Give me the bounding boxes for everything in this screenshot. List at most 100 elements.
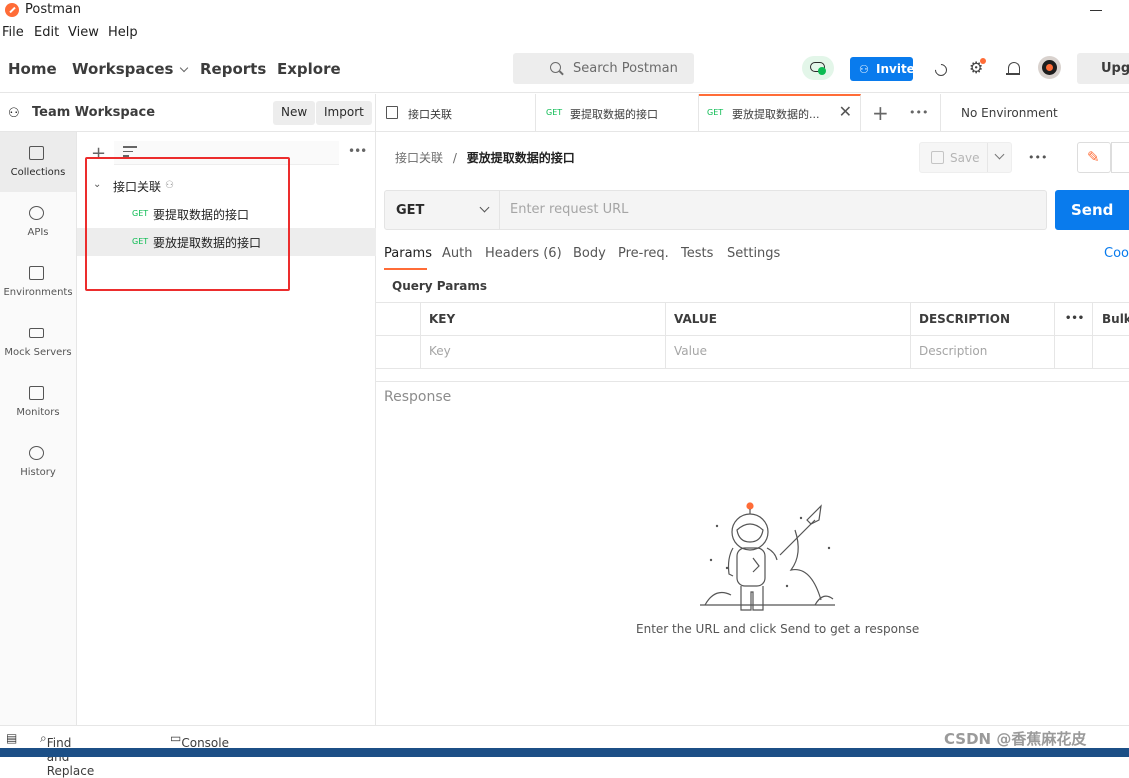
sidebar-item-label: APIs: [27, 227, 49, 238]
more-tabs-icon[interactable]: •••: [909, 106, 928, 119]
bulk-edit-link[interactable]: Bulk: [1102, 312, 1129, 326]
send-label: Send: [1071, 201, 1114, 219]
window-title: Postman: [25, 2, 82, 17]
method-select[interactable]: GET: [384, 190, 500, 230]
menu-file[interactable]: File: [2, 25, 24, 40]
tab-settings[interactable]: Settings: [727, 246, 780, 261]
environment-select[interactable]: No Environment: [961, 106, 1058, 120]
more-options-icon[interactable]: •••: [348, 144, 367, 158]
chevron-down-icon: [479, 202, 490, 213]
method-value: GET: [396, 203, 425, 218]
avatar[interactable]: [1038, 56, 1061, 79]
team-icon: ⚇: [8, 106, 20, 121]
environments-icon: [29, 266, 44, 280]
toggle-sidebar-icon[interactable]: ▤: [6, 731, 17, 745]
nav-reports[interactable]: Reports: [200, 60, 266, 78]
sidebar-item-history[interactable]: History: [0, 432, 76, 492]
bell-icon[interactable]: [1005, 61, 1021, 77]
close-icon[interactable]: ✕: [839, 102, 852, 121]
response-divider[interactable]: [376, 381, 1129, 382]
divider: [1054, 303, 1055, 369]
url-placeholder: Enter request URL: [510, 202, 629, 217]
breadcrumb-separator: /: [452, 151, 457, 165]
edit-icon[interactable]: [1077, 142, 1111, 173]
column-key: KEY: [429, 312, 456, 326]
history-icon: [29, 446, 44, 460]
sidebar-rail: Collections APIs Environments Mock Serve…: [0, 132, 77, 725]
method-badge: GET: [546, 108, 563, 117]
tab-tests[interactable]: Tests: [681, 246, 713, 261]
nav-explore[interactable]: Explore: [277, 60, 341, 78]
table-header-row: [376, 303, 1129, 336]
tab-request-active[interactable]: GET 要放提取数据的... ✕: [699, 94, 861, 132]
url-input[interactable]: Enter request URL: [500, 190, 1047, 230]
menu-help[interactable]: Help: [108, 25, 138, 40]
sidebar-item-monitors[interactable]: Monitors: [0, 372, 76, 432]
params-table: KEY VALUE DESCRIPTION ••• Bulk Key Value…: [376, 302, 1129, 369]
query-params-title: Query Params: [392, 279, 488, 293]
divider: [910, 303, 911, 369]
title-bar: Postman: [0, 0, 1129, 22]
breadcrumb-request[interactable]: 要放提取数据的接口: [467, 151, 575, 165]
tab-params[interactable]: Params: [384, 246, 432, 261]
menu-view[interactable]: View: [68, 25, 99, 40]
divider: [987, 143, 988, 172]
astronaut-illustration: [700, 502, 835, 611]
empty-response-message: Enter the URL and click Send to get a re…: [636, 622, 920, 636]
nav-home[interactable]: Home: [8, 60, 57, 78]
nav-workspaces[interactable]: Workspaces: [72, 60, 189, 78]
find-replace-button[interactable]: ⌕ Find and Replace: [40, 731, 94, 778]
console-button[interactable]: ▭ Console: [170, 731, 229, 750]
sidebar-item-label: History: [20, 467, 56, 478]
key-input[interactable]: Key: [429, 344, 451, 358]
gear-icon[interactable]: [969, 58, 986, 77]
minimize-icon[interactable]: [1090, 10, 1102, 11]
import-button[interactable]: Import: [316, 101, 372, 125]
tab-collection[interactable]: 接口关联: [376, 94, 536, 132]
sidebar-item-collections[interactable]: Collections: [0, 132, 76, 192]
sync-ok-icon: [818, 67, 826, 75]
satellite-icon[interactable]: [933, 61, 949, 77]
chevron-down-icon[interactable]: [994, 149, 1005, 160]
documentation-icon[interactable]: [1111, 142, 1129, 173]
tab-label: 要提取数据的接口: [570, 108, 658, 121]
tab-auth[interactable]: Auth: [442, 246, 472, 261]
tab-headers[interactable]: Headers (6): [485, 246, 562, 261]
breadcrumb: 接口关联 / 要放提取数据的接口: [395, 149, 575, 166]
send-button[interactable]: Send: [1055, 190, 1129, 230]
os-taskbar: [0, 748, 1129, 757]
sidebar-item-apis[interactable]: APIs: [0, 192, 76, 252]
divider: [1092, 303, 1093, 369]
request-tabs: 接口关联 GET 要提取数据的接口 GET 要放提取数据的... ✕ + •••…: [376, 94, 1129, 132]
description-input[interactable]: Description: [910, 344, 987, 358]
tab-label: 要放提取数据的...: [732, 108, 820, 121]
invite-label: Invite: [876, 62, 915, 76]
cookies-link[interactable]: Cool: [1104, 246, 1129, 261]
collection-icon: [386, 106, 398, 119]
response-title: Response: [384, 389, 452, 405]
tab-pre-request[interactable]: Pre-req.: [618, 246, 669, 261]
new-button[interactable]: New: [273, 101, 316, 125]
more-options-icon[interactable]: •••: [1065, 313, 1084, 324]
search-input[interactable]: Search Postman: [513, 53, 694, 84]
upgrade-label: Upgr: [1101, 61, 1129, 76]
method-badge: GET: [707, 108, 724, 117]
more-options-icon[interactable]: •••: [1028, 151, 1047, 164]
workspace-name[interactable]: Team Workspace: [32, 105, 155, 120]
menu-edit[interactable]: Edit: [34, 25, 59, 40]
postman-logo-icon: [5, 3, 19, 17]
invite-button[interactable]: ⚇ Invite: [850, 57, 915, 81]
divider: [940, 94, 941, 132]
value-input[interactable]: Value: [674, 344, 707, 358]
chevron-down-icon: [180, 63, 189, 73]
sidebar-item-environments[interactable]: Environments: [0, 252, 76, 312]
breadcrumb-collection[interactable]: 接口关联: [395, 151, 443, 165]
sync-status-button[interactable]: [802, 56, 834, 80]
sidebar-item-mock-servers[interactable]: Mock Servers: [0, 312, 76, 372]
add-tab-icon[interactable]: +: [872, 101, 889, 125]
tab-body[interactable]: Body: [573, 246, 606, 261]
tab-request[interactable]: GET 要提取数据的接口: [536, 94, 699, 132]
save-button[interactable]: Save: [919, 142, 1012, 173]
upgrade-button[interactable]: Upgr: [1077, 53, 1129, 84]
search-icon: [550, 62, 561, 73]
